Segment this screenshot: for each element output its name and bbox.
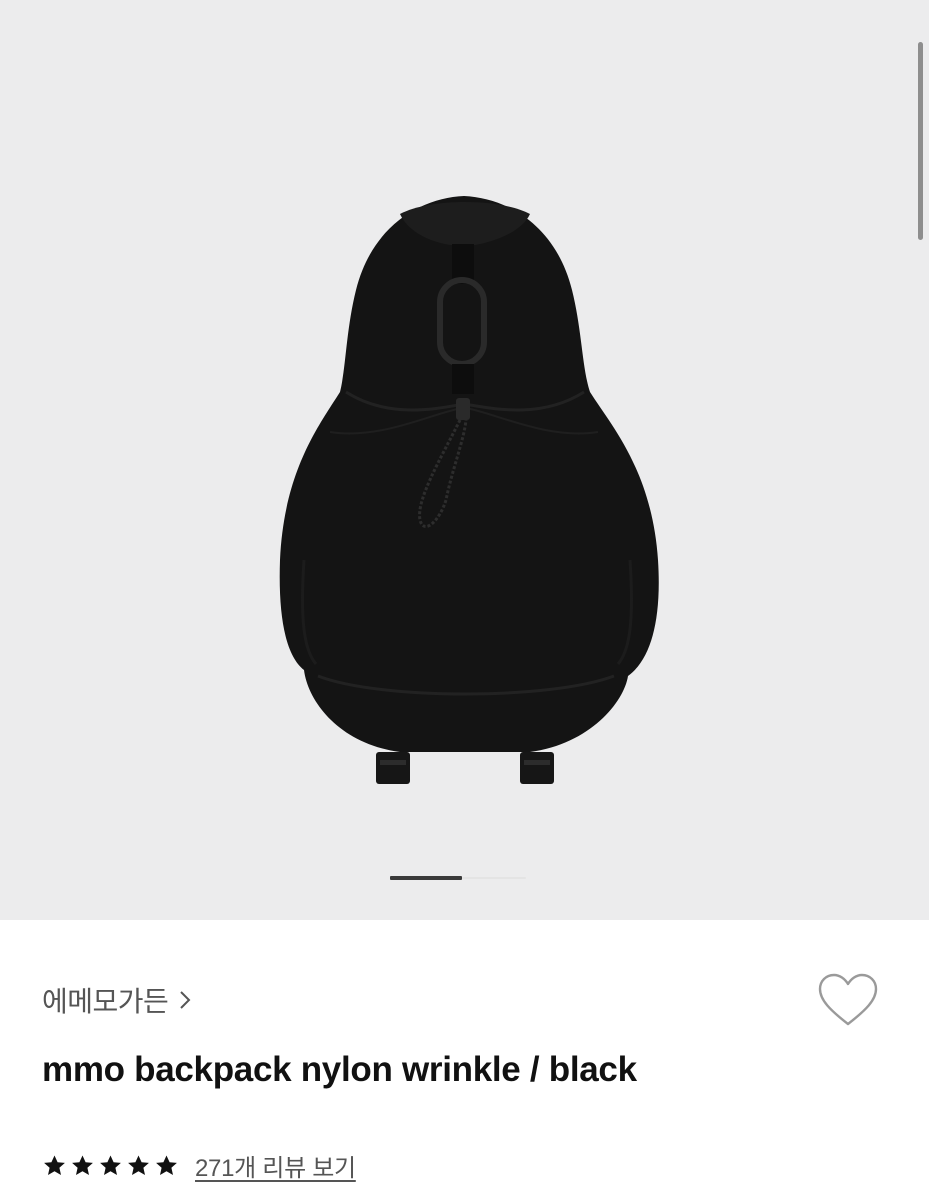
product-title: mmo backpack nylon wrinkle / black: [42, 1050, 637, 1089]
rating-stars: [42, 1154, 179, 1178]
product-info: 에메모가든 mmo backpack nylon wrinkle / black…: [0, 920, 929, 1200]
brand-name: 에메모가든: [42, 986, 169, 1017]
page-scrollbar[interactable]: [918, 42, 923, 240]
pager-indicator-active: [390, 876, 462, 880]
rating-row: 271개 리뷰 보기: [42, 1148, 356, 1183]
star-filled-icon: [128, 1155, 149, 1175]
gallery-pager[interactable]: [390, 876, 526, 880]
product-image-backpack[interactable]: [0, 0, 929, 920]
heart-outline-icon[interactable]: [816, 972, 880, 1028]
star-filled-icon: [156, 1155, 177, 1175]
star-filled-icon: [44, 1155, 65, 1175]
brand-link[interactable]: 에메모가든: [42, 980, 192, 1020]
product-image-gallery[interactable]: [0, 0, 929, 920]
star-filled-icon: [100, 1155, 121, 1175]
chevron-right-icon: [180, 991, 191, 1009]
star-filled-icon: [72, 1155, 93, 1175]
pager-indicator-track: [462, 877, 526, 879]
review-count-link[interactable]: 271개 리뷰 보기: [195, 1148, 356, 1183]
